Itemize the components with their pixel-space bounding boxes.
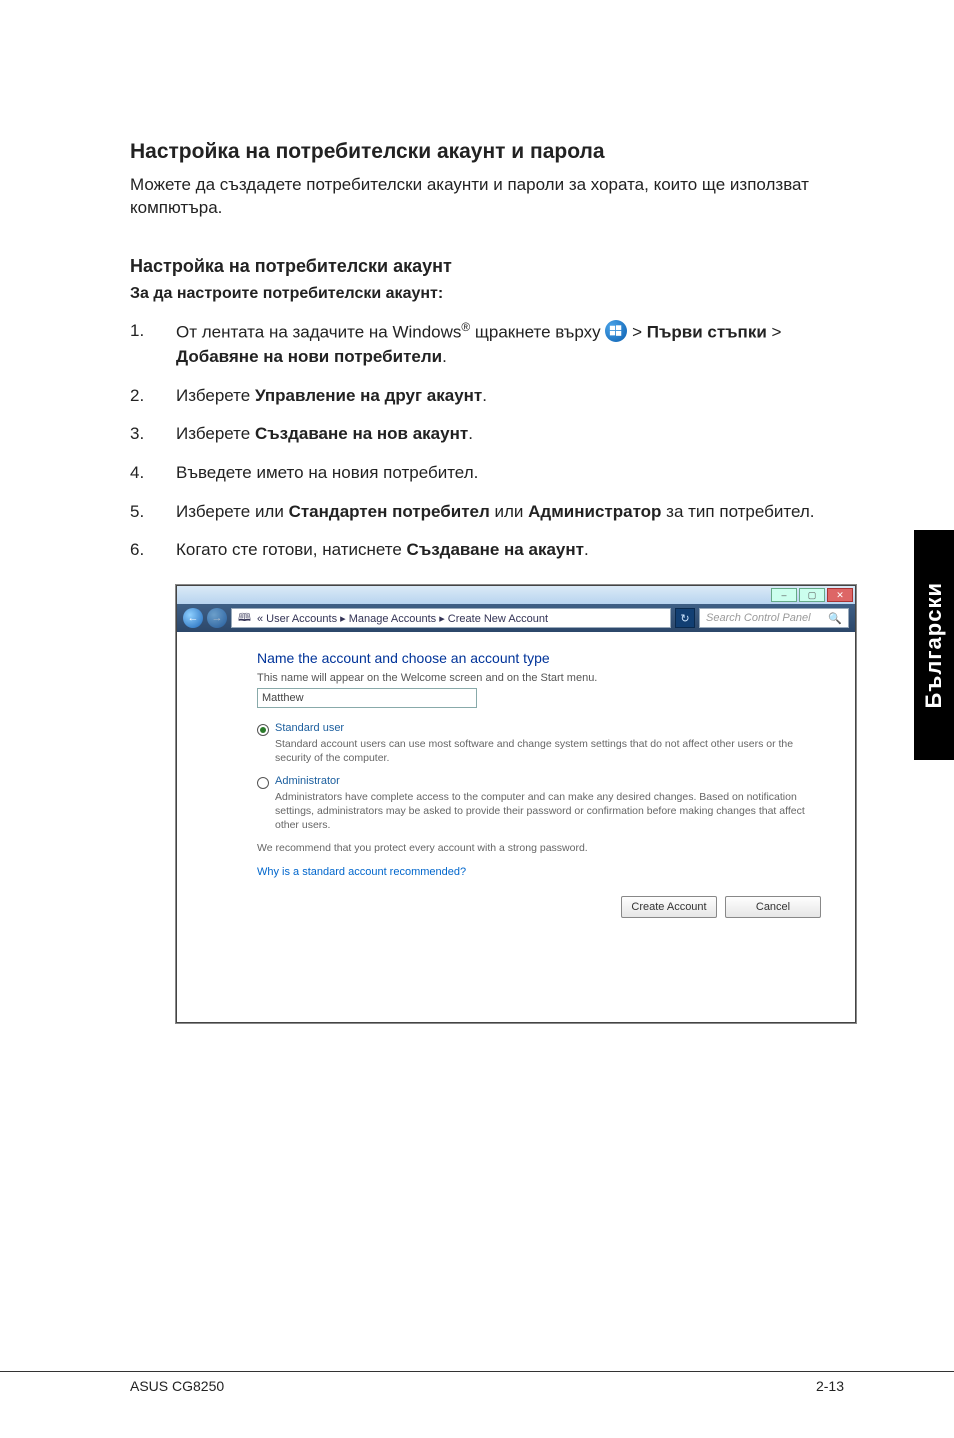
registered-mark: ®	[461, 320, 470, 334]
step-5-text-b: или	[490, 502, 528, 521]
step-6-bold: Създаване на акаунт	[407, 540, 584, 559]
refresh-button[interactable]: ↻	[675, 608, 695, 628]
sub-heading: За да настроите потребителски акаунт:	[130, 285, 844, 303]
steps-list: От лентата на задачите на Windows® щракн…	[130, 319, 844, 563]
address-bar-row: ← → 🕮 « User Accounts ▸ Manage Accounts …	[177, 604, 855, 632]
language-side-tab: Български	[914, 530, 954, 760]
step-1-dot: .	[442, 347, 447, 366]
step-5-bold-1: Стандартен потребител	[289, 502, 490, 521]
folder-icon: 🕮	[238, 609, 251, 628]
windows-start-icon	[605, 320, 627, 342]
window-close-button[interactable]: ✕	[827, 588, 853, 602]
arrow-right-icon: →	[212, 612, 223, 624]
step-5-text-c: за тип потребител.	[661, 502, 814, 521]
standard-user-option[interactable]: Standard user	[257, 722, 831, 736]
dialog-footer-space	[257, 918, 831, 1008]
dialog-button-row: Create Account Cancel	[257, 896, 821, 918]
breadcrumb-bar[interactable]: 🕮 « User Accounts ▸ Manage Accounts ▸ Cr…	[231, 608, 671, 628]
search-icon: 🔍	[828, 612, 842, 625]
embedded-screenshot: – ▢ ✕ ← → 🕮 « User Accounts ▸ Manage Acc…	[176, 585, 856, 1023]
step-6: Когато сте готови, натиснете Създаване н…	[130, 538, 844, 563]
step-6-text-a: Когато сте готови, натиснете	[176, 540, 407, 559]
dialog-heading: Name the account and choose an account t…	[257, 650, 831, 666]
page-footer: ASUS CG8250 2-13	[0, 1371, 954, 1394]
step-2-bold: Управление на друг акаунт	[255, 386, 482, 405]
step-1-gt1: >	[632, 323, 647, 342]
footer-page-number: 2-13	[816, 1378, 844, 1394]
radio-standard[interactable]	[257, 724, 269, 736]
step-1-gt2: >	[767, 323, 782, 342]
dialog-subtext: This name will appear on the Welcome scr…	[257, 672, 831, 684]
arrow-left-icon: ←	[188, 612, 199, 624]
recommendation-text: We recommend that you protect every acco…	[257, 842, 831, 854]
footer-model: ASUS CG8250	[130, 1378, 224, 1394]
step-1-text-a: От лентата на задачите на Windows	[176, 323, 461, 342]
standard-user-label: Standard user	[275, 722, 344, 734]
step-3: Изберете Създаване на нов акаунт.	[130, 422, 844, 447]
step-3-bold: Създаване на нов акаунт	[255, 424, 468, 443]
window-maximize-button[interactable]: ▢	[799, 588, 825, 602]
search-placeholder: Search Control Panel	[706, 612, 811, 624]
account-name-input[interactable]: Matthew	[257, 688, 477, 708]
step-2: Изберете Управление на друг акаунт.	[130, 384, 844, 409]
search-input[interactable]: Search Control Panel 🔍	[699, 608, 849, 628]
cancel-button[interactable]: Cancel	[725, 896, 821, 918]
dialog-body: Name the account and choose an account t…	[177, 632, 855, 1022]
why-standard-link[interactable]: Why is a standard account recommended?	[257, 866, 831, 878]
step-4-text: Въведете името на новия потребител.	[176, 463, 478, 482]
step-1-bold-2: Добавяне на нови потребители	[176, 347, 442, 366]
step-1-bold-1: Първи стъпки	[647, 323, 767, 342]
account-name-value: Matthew	[262, 692, 304, 704]
step-3-dot: .	[468, 424, 473, 443]
step-5-text-a: Изберете или	[176, 502, 289, 521]
step-1-text-b: щракнете върху	[470, 323, 605, 342]
step-6-dot: .	[584, 540, 589, 559]
step-3-text-a: Изберете	[176, 424, 255, 443]
section-title: Настройка на потребителски акаунт и паро…	[130, 140, 844, 164]
window-titlebar: – ▢ ✕	[177, 586, 855, 604]
administrator-label: Administrator	[275, 775, 340, 787]
administrator-option[interactable]: Administrator	[257, 775, 831, 789]
language-label: Български	[921, 582, 947, 708]
breadcrumb-text: « User Accounts ▸ Manage Accounts ▸ Crea…	[257, 612, 548, 625]
sub-section-title: Настройка на потребителски акаунт	[130, 256, 844, 277]
step-2-dot: .	[482, 386, 487, 405]
create-account-button[interactable]: Create Account	[621, 896, 717, 918]
standard-user-desc: Standard account users can use most soft…	[275, 738, 831, 765]
intro-text: Можете да създадете потребителски акаунт…	[130, 174, 844, 220]
step-2-text-a: Изберете	[176, 386, 255, 405]
refresh-icon: ↻	[680, 612, 689, 625]
page: Настройка на потребителски акаунт и паро…	[0, 0, 954, 1438]
step-5: Изберете или Стандартен потребител или А…	[130, 500, 844, 525]
administrator-desc: Administrators have complete access to t…	[275, 791, 831, 832]
step-4: Въведете името на новия потребител.	[130, 461, 844, 486]
nav-forward-button[interactable]: →	[207, 608, 227, 628]
window-minimize-button[interactable]: –	[771, 588, 797, 602]
step-5-bold-2: Администратор	[528, 502, 661, 521]
step-1: От лентата на задачите на Windows® щракн…	[130, 319, 844, 370]
radio-admin[interactable]	[257, 777, 269, 789]
nav-back-button[interactable]: ←	[183, 608, 203, 628]
